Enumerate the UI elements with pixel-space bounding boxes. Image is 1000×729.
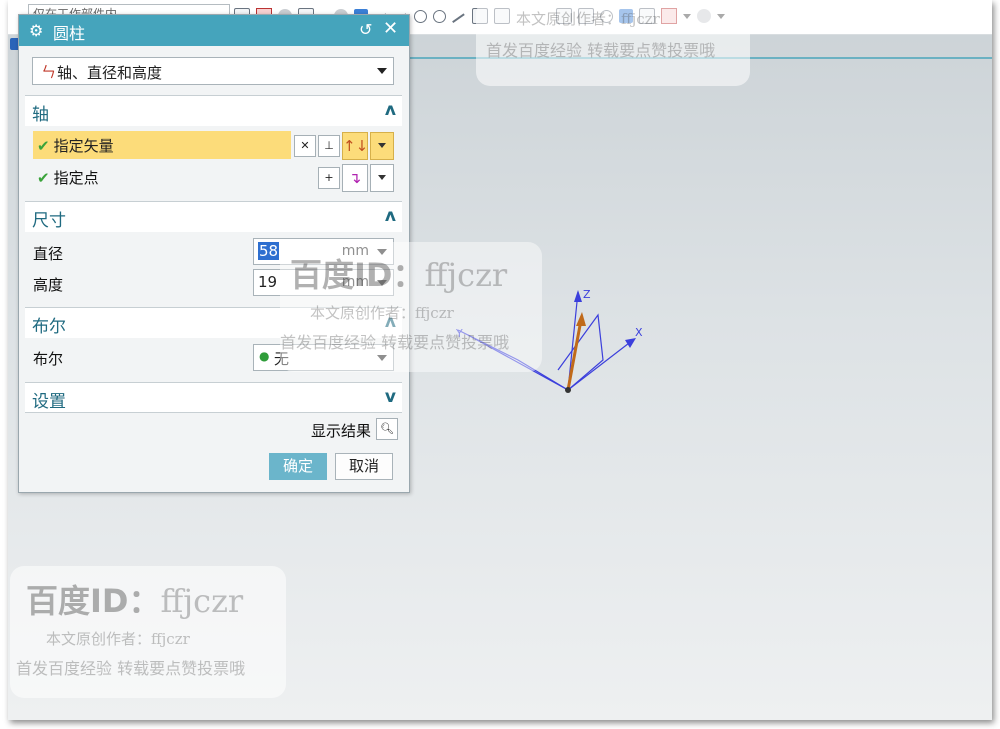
type-dropdown-value: 轴、直径和高度 bbox=[57, 64, 163, 82]
chevron-down-icon bbox=[378, 143, 386, 148]
section-title-settings: 设置 bbox=[32, 392, 66, 412]
reset-icon[interactable]: ↺ bbox=[359, 20, 372, 39]
boolean-label: 布尔 bbox=[33, 350, 64, 368]
specify-point-label: 指定点 bbox=[53, 169, 99, 187]
specify-vector-row[interactable]: ✔ 指定矢量 bbox=[33, 131, 291, 159]
x-axis-label: X bbox=[635, 326, 643, 339]
x-axis-line bbox=[567, 339, 634, 391]
vector-options-dropdown[interactable] bbox=[370, 132, 394, 160]
inferred-point-icon[interactable]: ↴ bbox=[342, 164, 368, 192]
z-axis-label: Z bbox=[583, 288, 591, 301]
boolean-none-icon: ● bbox=[259, 349, 270, 363]
point-dialog-icon[interactable]: + bbox=[318, 167, 340, 189]
section-header-dimensions[interactable]: 尺寸 ʌ bbox=[25, 201, 402, 232]
cylinder-type-icon: ㄣ bbox=[41, 63, 57, 81]
height-value: 19 bbox=[258, 273, 278, 291]
vector-arrow-head bbox=[576, 312, 586, 326]
show-result-button[interactable]: 🔍︎ bbox=[376, 418, 398, 440]
close-icon[interactable]: ✕ bbox=[383, 18, 398, 39]
collapse-up-icon[interactable]: ʌ bbox=[385, 206, 396, 226]
collapse-up-icon[interactable]: ʌ bbox=[385, 100, 396, 120]
specify-point-text[interactable]: ✔ 指定点 bbox=[37, 167, 99, 188]
x-arrow-icon bbox=[625, 338, 636, 348]
center-icon[interactable] bbox=[433, 9, 446, 23]
z-arrow-icon bbox=[574, 290, 582, 302]
dialog-title-bar[interactable]: ⚙ 圆柱 ↺ ✕ bbox=[19, 15, 409, 46]
chevron-down-icon bbox=[378, 175, 386, 180]
reverse-direction-icon[interactable]: ⊥ bbox=[318, 135, 340, 157]
dialog-title: 圆柱 bbox=[53, 24, 86, 43]
type-dropdown[interactable]: ㄣ 轴、直径和高度 bbox=[32, 57, 394, 85]
diameter-value: 58 bbox=[258, 242, 280, 260]
circle-icon[interactable] bbox=[414, 9, 427, 23]
origin-point bbox=[565, 387, 571, 393]
chevron-down-icon bbox=[377, 68, 387, 74]
vector-dialog-icon[interactable]: ✕ bbox=[294, 135, 316, 157]
cancel-button[interactable]: 取消 bbox=[335, 453, 393, 480]
section-header-settings[interactable]: 设置 v bbox=[25, 382, 402, 413]
gear-icon[interactable]: ⚙ bbox=[29, 21, 43, 40]
diameter-label: 直径 bbox=[33, 245, 64, 263]
watermark-backdrop-top bbox=[476, 0, 750, 86]
show-result-label: 显示结果 bbox=[311, 422, 372, 440]
specify-vector-text: ✔ 指定矢量 bbox=[37, 135, 114, 156]
section-header-axis[interactable]: 轴 ʌ bbox=[25, 95, 402, 126]
section-title-dimensions: 尺寸 bbox=[32, 211, 66, 231]
tangent-icon[interactable] bbox=[452, 13, 466, 25]
watermark-backdrop-bottom bbox=[10, 566, 286, 698]
divider bbox=[25, 412, 402, 413]
section-title-boolean: 布尔 bbox=[32, 317, 66, 337]
ok-button[interactable]: 确定 bbox=[269, 453, 327, 480]
point-options-dropdown[interactable] bbox=[370, 164, 394, 192]
height-label: 高度 bbox=[33, 276, 64, 294]
inferred-vector-icon[interactable]: ↑↓ bbox=[342, 132, 368, 160]
checkmark-icon: ✔ bbox=[37, 137, 50, 155]
magnifier-icon: 🔍︎ bbox=[380, 422, 394, 435]
expand-down-icon[interactable]: v bbox=[385, 387, 396, 407]
checkmark-icon: ✔ bbox=[37, 169, 50, 187]
watermark-backdrop-mid bbox=[280, 242, 542, 372]
specify-vector-label: 指定矢量 bbox=[53, 137, 114, 155]
section-title-axis: 轴 bbox=[32, 105, 49, 125]
